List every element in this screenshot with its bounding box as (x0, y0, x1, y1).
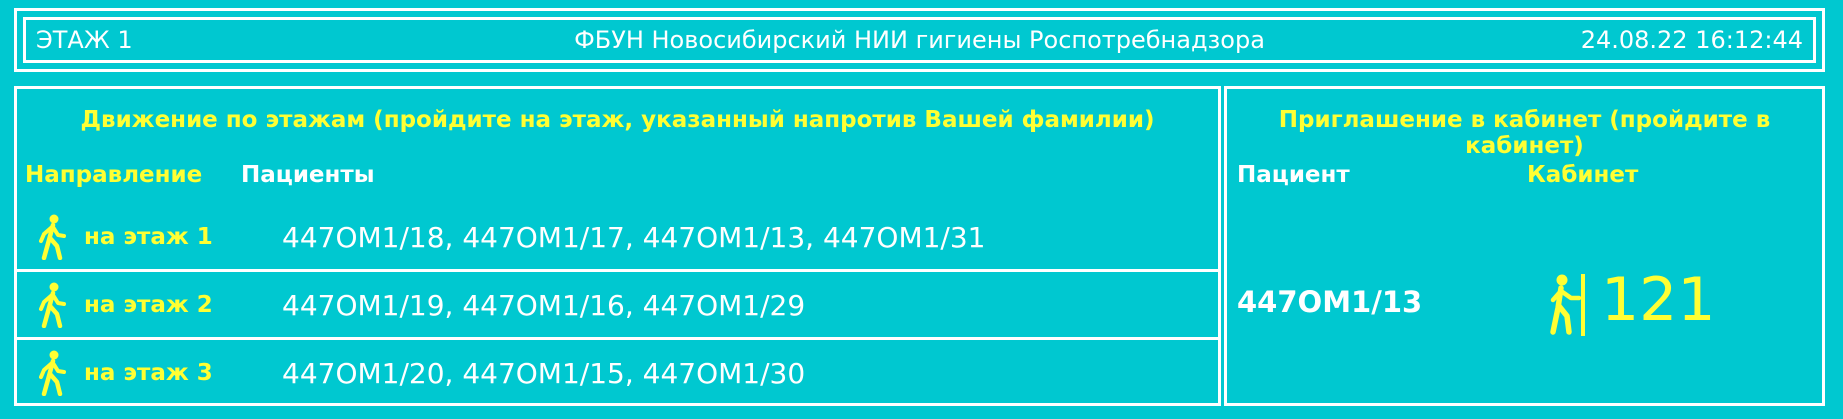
floor-row: на этаж 3 447ОМ1/20, 447ОМ1/15, 447ОМ1/3… (17, 341, 1218, 405)
floor-direction-label: на этаж 3 (84, 360, 213, 386)
floor-patients-list: 447ОМ1/19, 447ОМ1/16, 447ОМ1/29 (282, 288, 806, 322)
patients-column-header: Пациенты (241, 162, 375, 188)
walking-person-icon (39, 282, 66, 328)
direction-column-header: Направление (25, 162, 203, 188)
header-inner: ЭТАЖ 1 ФБУН Новосибирский НИИ гигиены Ро… (23, 17, 1816, 63)
header-bar: ЭТАЖ 1 ФБУН Новосибирский НИИ гигиены Ро… (14, 8, 1825, 72)
floor-direction-label: на этаж 1 (84, 224, 213, 250)
movement-title: Движение по этажам (пройдите на этаж, ук… (80, 107, 1155, 133)
invitation-panel: Приглашение в кабинет (пройдите в кабине… (1224, 86, 1825, 406)
cabinet-column-header: Кабинет (1527, 162, 1639, 188)
walking-person-icon (39, 214, 66, 260)
floor-row: на этаж 2 447ОМ1/19, 447ОМ1/16, 447ОМ1/2… (17, 273, 1218, 340)
person-entering-door-icon (1550, 274, 1585, 336)
floor-patients-list: 447ОМ1/18, 447ОМ1/17, 447ОМ1/13, 447ОМ1/… (282, 220, 986, 254)
walking-person-icon (39, 350, 66, 396)
date-time: 24.08.22 16:12:44 (1580, 26, 1803, 54)
invitation-title: Приглашение в кабинет (пройдите в кабине… (1278, 107, 1771, 159)
patient-column-header: Пациент (1237, 162, 1350, 188)
floor-patients-list: 447ОМ1/20, 447ОМ1/15, 447ОМ1/30 (282, 356, 806, 390)
floor-direction-label: на этаж 2 (84, 292, 213, 318)
floor-row: на этаж 1 447ОМ1/18, 447ОМ1/17, 447ОМ1/1… (17, 205, 1218, 272)
invited-patient-id: 447ОМ1/13 (1237, 285, 1423, 319)
floor-indicator: ЭТАЖ 1 (36, 26, 133, 54)
movement-panel: Движение по этажам (пройдите на этаж, ук… (14, 86, 1221, 406)
cabinet-number: 121 (1601, 265, 1716, 335)
organization-name: ФБУН Новосибирский НИИ гигиены Роспотреб… (574, 26, 1265, 54)
